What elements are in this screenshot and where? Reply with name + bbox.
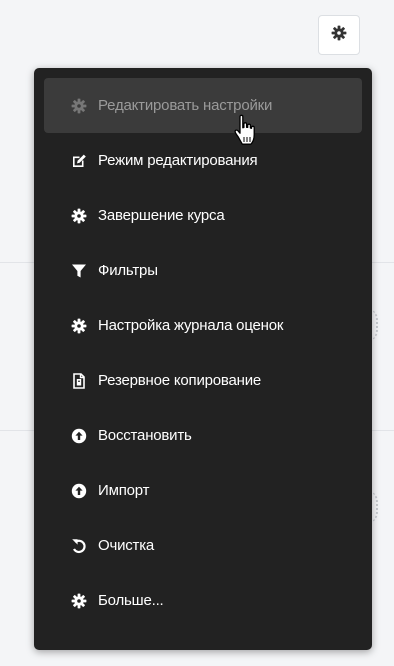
menu-item-more[interactable]: Больше... (34, 573, 372, 628)
menu-item-import[interactable]: Импорт (34, 463, 372, 518)
upload-circle-icon (71, 428, 87, 444)
hand-pointer-cursor (232, 113, 260, 149)
menu-item-label: Редактировать настройки (98, 97, 273, 114)
gear-icon (71, 98, 87, 114)
menu-item-reset[interactable]: Очистка (34, 518, 372, 573)
menu-item-label: Резервное копирование (98, 372, 262, 389)
edit-icon (71, 153, 87, 169)
menu-item-label: Восстановить (98, 427, 192, 444)
menu-item-restore[interactable]: Восстановить (34, 408, 372, 463)
gear-icon (71, 318, 87, 334)
menu-item-label: Больше... (98, 592, 164, 609)
upload-circle-icon (71, 483, 87, 499)
menu-item-label: Завершение курса (98, 207, 225, 224)
settings-dropdown-menu: Редактировать настройки Режим редактиров… (34, 68, 372, 650)
menu-item-label: Настройка журнала оценок (98, 317, 284, 334)
gear-icon (71, 208, 87, 224)
menu-item-label: Фильтры (98, 262, 158, 279)
menu-item-label: Импорт (98, 482, 150, 499)
menu-item-gradebook-setup[interactable]: Настройка журнала оценок (34, 298, 372, 353)
backup-file-icon (71, 372, 87, 389)
undo-icon (71, 538, 87, 554)
menu-item-label: Очистка (98, 537, 155, 554)
menu-item-filters[interactable]: Фильтры (34, 243, 372, 298)
gear-icon (331, 25, 347, 46)
menu-item-edit-mode[interactable]: Режим редактирования (34, 133, 372, 188)
gear-icon (71, 593, 87, 609)
filter-icon (71, 263, 87, 279)
menu-item-backup[interactable]: Резервное копирование (34, 353, 372, 408)
menu-item-course-completion[interactable]: Завершение курса (34, 188, 372, 243)
menu-item-edit-settings[interactable]: Редактировать настройки (44, 78, 362, 133)
settings-menu-button[interactable] (318, 15, 360, 55)
menu-item-label: Режим редактирования (98, 152, 258, 169)
